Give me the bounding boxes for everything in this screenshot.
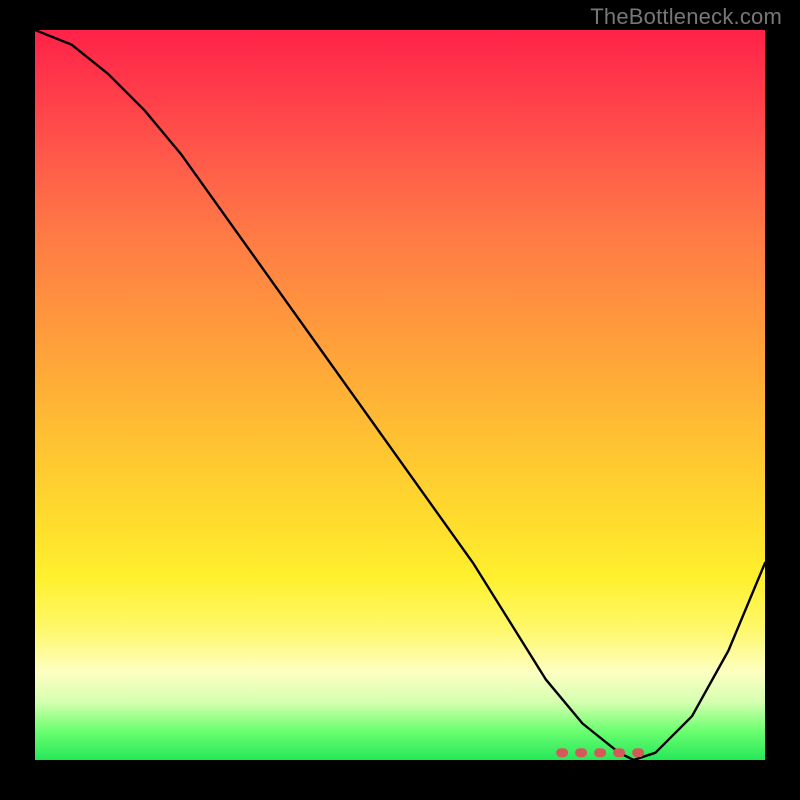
plot-area [35,30,765,760]
watermark-text: TheBottleneck.com [590,4,782,30]
bottleneck-curve [35,30,765,760]
curve-layer [35,30,765,760]
chart-container: TheBottleneck.com [0,0,800,800]
